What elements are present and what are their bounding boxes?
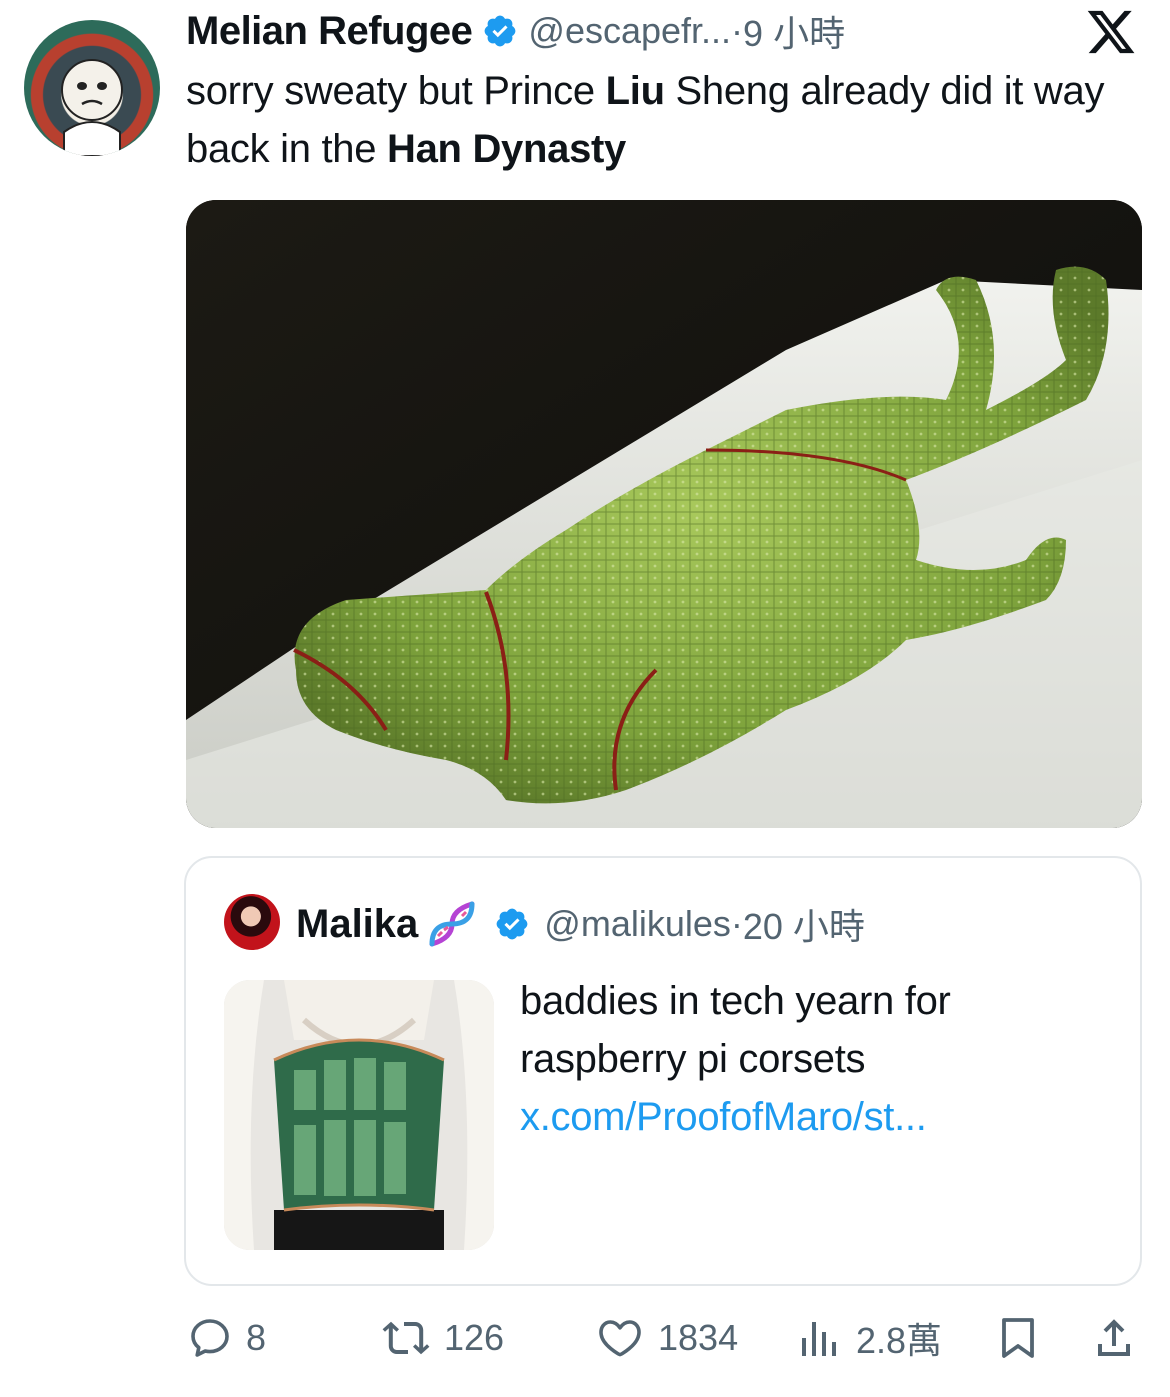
reply-count: 8: [246, 1317, 267, 1358]
like-button[interactable]: 1834: [594, 1308, 738, 1368]
share-icon: [1098, 1319, 1130, 1356]
quoted-author-handle[interactable]: @malikules: [544, 903, 731, 945]
author-handle[interactable]: @escapefr...: [528, 10, 731, 52]
heart-icon: [599, 1320, 641, 1357]
quoted-author-name[interactable]: Malika: [296, 902, 418, 947]
dna-icon: [429, 901, 475, 947]
tweet-text-bold: Han Dynasty: [386, 127, 626, 171]
quoted-tweet-card[interactable]: Malika @malikules · 20 小時 baddies in tec…: [184, 856, 1142, 1286]
repost-icon: [382, 1321, 430, 1355]
quoted-tweet-text: baddies in tech yearn for raspberry pi c…: [520, 972, 1110, 1146]
quoted-tweet-header: Malika @malikules · 20 小時: [296, 896, 865, 952]
quoted-tweet-link[interactable]: x.com/ProofofMaro/st...: [520, 1095, 927, 1139]
tweet-timestamp[interactable]: 9 小時: [743, 5, 845, 57]
reply-icon: [191, 1319, 229, 1357]
tweet-text-bold: Liu: [605, 69, 665, 113]
quoted-tweet-image[interactable]: [224, 980, 494, 1250]
tweet-text-part: sorry sweaty but Prince: [186, 69, 606, 113]
verified-badge-icon: [485, 15, 516, 47]
meta-separator: ·: [731, 10, 744, 51]
bookmark-icon: [1002, 1318, 1034, 1358]
views-button[interactable]: 2.8萬: [796, 1308, 942, 1368]
circuit-corset-photo: [224, 980, 494, 1250]
x-logo-icon: [1087, 10, 1135, 54]
author-avatar[interactable]: [24, 20, 160, 156]
tweet-header: Melian Refugee @escapefr... · 9 小時: [186, 6, 845, 56]
tweet-action-bar: 8 126 1834 2.8萬: [186, 1308, 1142, 1368]
quoted-tweet-body: baddies in tech yearn for raspberry pi c…: [520, 979, 951, 1081]
views-icon: [802, 1322, 836, 1356]
bookmark-button[interactable]: [994, 1308, 1042, 1368]
verified-badge-icon: [496, 908, 528, 940]
share-button[interactable]: [1090, 1308, 1138, 1368]
quoted-tweet-timestamp[interactable]: 20 小時: [743, 898, 865, 950]
meta-separator: ·: [730, 903, 743, 944]
repost-button[interactable]: 126: [380, 1308, 504, 1368]
reply-button[interactable]: 8: [186, 1308, 266, 1368]
author-name[interactable]: Melian Refugee: [186, 9, 473, 54]
tweet-media-image[interactable]: [186, 200, 1142, 828]
like-count: 1834: [658, 1317, 739, 1358]
view-count: 2.8萬: [856, 1320, 943, 1361]
quoted-author-avatar[interactable]: [224, 894, 280, 950]
repost-count: 126: [444, 1317, 505, 1358]
jade-suit-photo: [186, 200, 1142, 828]
tweet-text: sorry sweaty but Prince Liu Sheng alread…: [186, 62, 1146, 178]
